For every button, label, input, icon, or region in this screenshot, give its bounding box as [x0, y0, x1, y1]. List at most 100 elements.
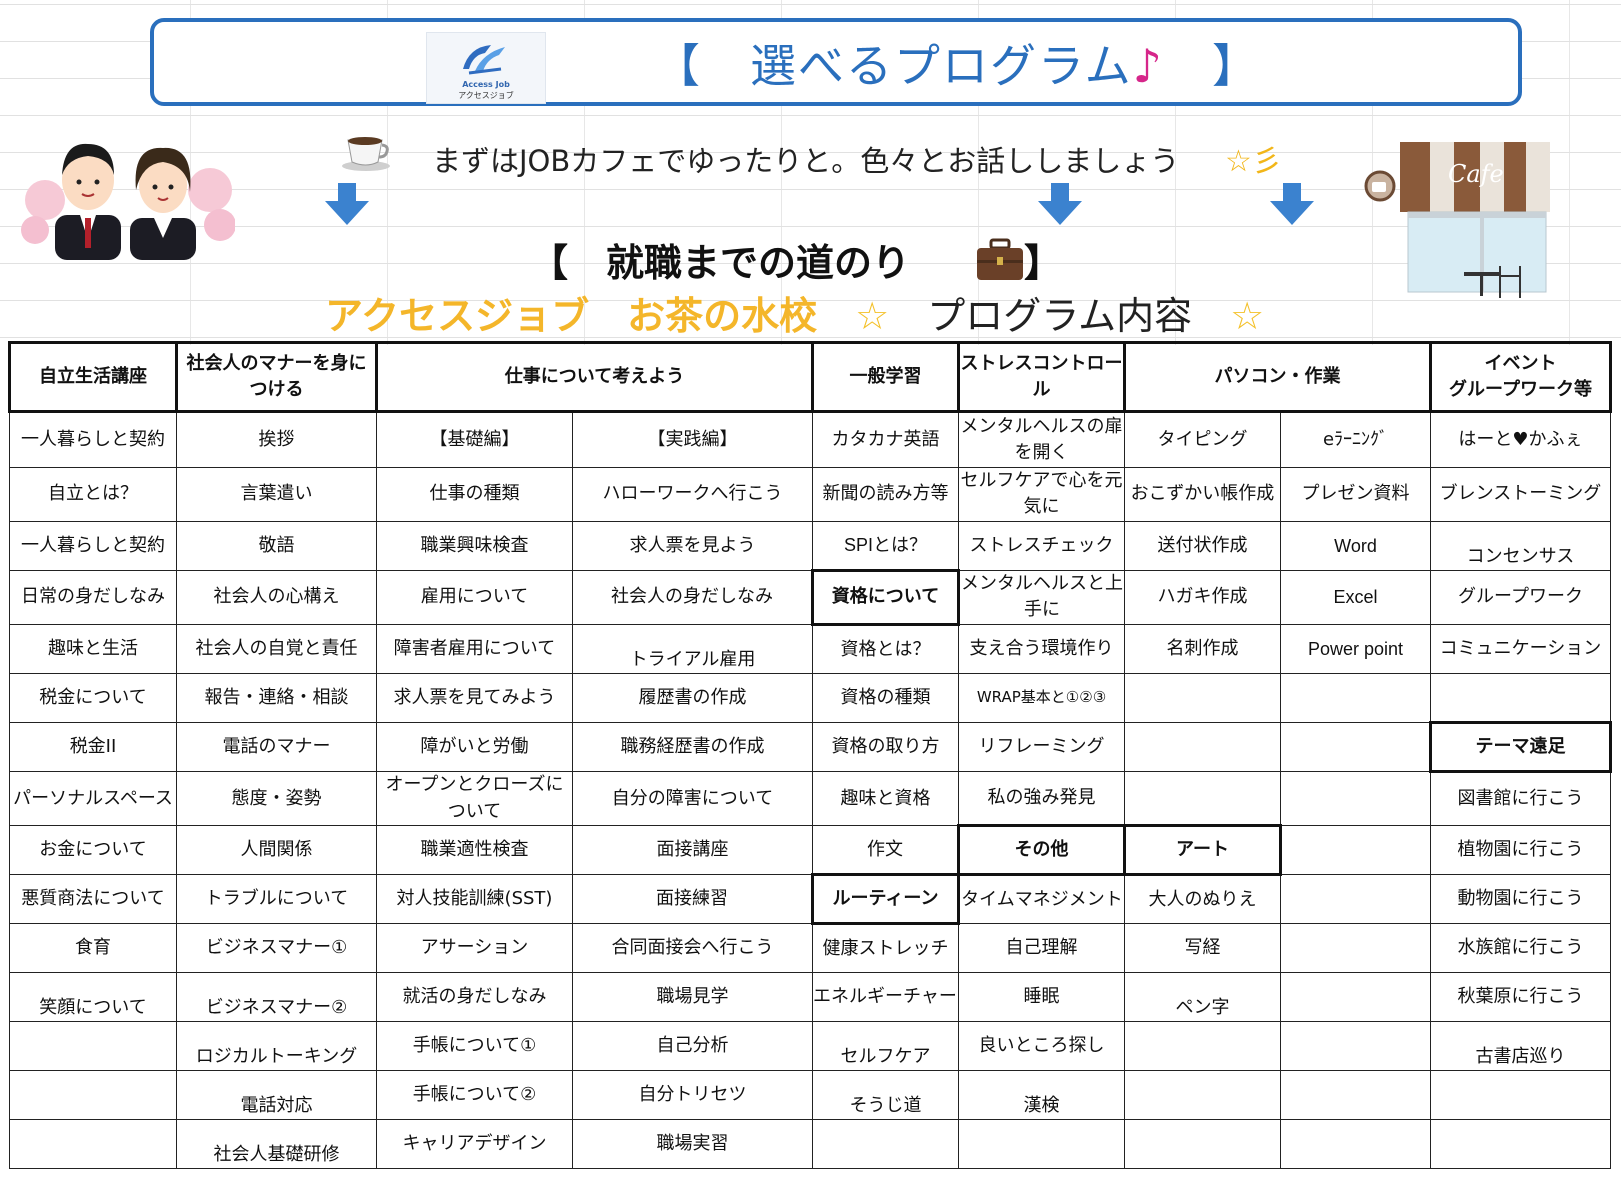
- table-cell: メンタルヘルスと上手に: [958, 569, 1125, 626]
- down-arrow-icon: [325, 183, 369, 225]
- table-cell: コンセンサス: [1430, 520, 1611, 571]
- table-row: 税金II 電話のマナー 障がいと労働 職務経歴書の作成 資格の取り方 リフレーミ…: [9, 720, 1612, 773]
- table-cell: 面接練習: [572, 874, 813, 925]
- table-cell: おこずかい帳作成: [1124, 466, 1281, 522]
- header-pc-work: パソコン・作業: [1123, 340, 1432, 414]
- table-cell: [1124, 1118, 1281, 1170]
- table-cell: メンタルヘルスの扉を開く: [958, 411, 1125, 468]
- table-cell: 漢検: [958, 1069, 1125, 1120]
- table-row: 自立とは？ 言葉遣い 仕事の種類 ハローワークへ行こう 新聞の読み方等 セルフケ…: [9, 466, 1611, 522]
- table-row: 税金について 報告・連絡・相談 求人票を見てみよう 履歴書の作成 資格の種類 W…: [9, 673, 1611, 723]
- table-cell: 図書館に行こう: [1430, 770, 1611, 827]
- table-row: 日常の身だしなみ 社会人の心構え 雇用について 社会人の身だしなみ 資格について…: [9, 568, 1611, 627]
- table-cell: 態度・姿勢: [176, 770, 377, 827]
- school-name: アクセスジョブ お茶の水校: [325, 294, 818, 338]
- table-cell: 対人技能訓練(SST): [376, 874, 573, 925]
- table-cell: 合同面接会へ行こう: [572, 923, 813, 974]
- header-independent-living: 自立生活講座: [8, 340, 178, 414]
- table-cell: アサーション: [376, 923, 573, 974]
- table-cell: 手帳について②: [376, 1069, 573, 1120]
- table-cell: [1430, 1118, 1611, 1170]
- subheader-routine: ルーティーン: [811, 873, 960, 926]
- table-cell: 動物園に行こう: [1430, 874, 1611, 925]
- table-cell: タイムマネジメント: [958, 874, 1125, 925]
- briefcase-icon: [977, 238, 1023, 280]
- table-cell: 【実践編】: [572, 411, 813, 468]
- star-icon: ☆: [855, 294, 890, 338]
- table-row: 笑顔について ビジネスマナー② 就活の身だしなみ 職場見学 エネルギーチャージ …: [9, 972, 1611, 1022]
- header-think-about-work: 仕事について考えよう: [375, 340, 814, 414]
- table-cell: WRAP基本と①②③: [958, 673, 1125, 723]
- table-cell: 資格の取り方: [812, 721, 959, 772]
- table-cell: [1280, 673, 1431, 723]
- table-cell: 手帳について①: [376, 1021, 573, 1071]
- table-cell: 水族館に行こう: [1430, 923, 1611, 974]
- table-cell: タイピング: [1124, 411, 1281, 468]
- table-row: 悪質商法について トラブルについて 対人技能訓練(SST) 面接練習 ルーティー…: [9, 873, 1611, 926]
- subheader-other: その他: [957, 824, 1126, 877]
- table-cell: トラブルについて: [176, 874, 377, 925]
- table-cell: [1280, 1069, 1431, 1120]
- table-cell: 税金II: [9, 721, 177, 772]
- cafe-sign-text: Cafe: [1448, 160, 1504, 188]
- table-cell: 人間関係: [176, 825, 377, 876]
- table-cell: 税金について: [9, 673, 177, 723]
- table-cell: ハガキ作成: [1124, 569, 1281, 626]
- table-cell: ロジカルトーキング: [176, 1021, 377, 1071]
- header-general-study: 一般学習: [811, 340, 960, 414]
- table-cell: 求人票を見よう: [572, 520, 813, 571]
- table-row: パーソナルスペース 態度・姿勢 オープンとクローズについて 自分の障害について …: [9, 770, 1611, 827]
- table-header-row: 自立生活講座 社会人のマナーを身につける 仕事について考えよう 一般学習 ストレ…: [8, 340, 1612, 414]
- table-cell: 送付状作成: [1124, 520, 1281, 571]
- table-cell: [1280, 1118, 1431, 1170]
- table-cell: 社会人基礎研修: [176, 1118, 377, 1170]
- table-cell: [1124, 770, 1281, 827]
- table-cell: [1280, 874, 1431, 925]
- table-row: 食育 ビジネスマナー① アサーション 合同面接会へ行こう 健康ストレッチ 自己理…: [9, 923, 1611, 974]
- table-row: お金について 人間関係 職業適性検査 面接講座 作文 その他 アート 植物園に行…: [9, 824, 1611, 877]
- coffee-cup-icon: [342, 137, 390, 171]
- table-cell: 言葉遣い: [176, 466, 377, 522]
- banner-title: 【 選べるプログラム♪ 】: [654, 30, 1260, 96]
- table-cell: [1124, 1021, 1281, 1071]
- table-cell: 悪質商法について: [9, 874, 177, 925]
- table-row: 一人暮らしと契約 敬語 職業興味検査 求人票を見よう SPIとは？ ストレスチェ…: [9, 520, 1611, 571]
- table-cell: Word: [1280, 520, 1431, 571]
- star-icon: ☆: [1230, 294, 1265, 338]
- table-cell: 趣味と資格: [812, 770, 959, 827]
- cafe-storefront-illustration: Cafe: [1364, 142, 1550, 298]
- table-cell: ハローワークへ行こう: [572, 466, 813, 522]
- table-cell: ブレンストーミング: [1430, 466, 1611, 522]
- table-row: 趣味と生活 社会人の自覚と責任 障害者雇用について トライアル雇用 資格とは？ …: [9, 624, 1611, 675]
- cafe-signboard-icon: [1364, 170, 1396, 202]
- table-cell: [1430, 1069, 1611, 1120]
- table-cell: 自己理解: [958, 923, 1125, 974]
- table-cell: eﾗｰﾆﾝｸﾞ: [1280, 411, 1431, 468]
- table-cell: 良いところ探し: [958, 1021, 1125, 1071]
- table-cell: 障害者雇用について: [376, 624, 573, 675]
- table-cell: 自分トリセツ: [572, 1069, 813, 1120]
- table-cell: 資格とは？: [812, 624, 959, 675]
- banner-title-close: 】: [1163, 39, 1260, 93]
- table-cell: 自分の障害について: [572, 770, 813, 827]
- table-cell: SPIとは？: [812, 520, 959, 571]
- table-row: 電話対応 手帳について② 自分トリセツ そうじ道 漢検: [9, 1069, 1611, 1120]
- table-cell: 履歴書の作成: [572, 673, 813, 723]
- table-cell: ビジネスマナー②: [176, 972, 377, 1022]
- table-cell: 一人暮らしと契約: [9, 411, 177, 468]
- table-row: 社会人基礎研修 キャリアデザイン 職場実習: [9, 1118, 1611, 1170]
- table-cell: [812, 1118, 959, 1170]
- table-cell: 挨拶: [176, 411, 377, 468]
- table-cell: [1124, 673, 1281, 723]
- table-cell: 就活の身だしなみ: [376, 972, 573, 1022]
- table-cell: [9, 1118, 177, 1170]
- table-cell: 食育: [9, 923, 177, 974]
- table-cell: 健康ストレッチ: [812, 923, 959, 974]
- table-cell: 趣味と生活: [9, 624, 177, 675]
- table-cell: [9, 1021, 177, 1071]
- subheader-theme-excursion: テーマ遠足: [1429, 720, 1612, 773]
- table-cell: 社会人の自覚と責任: [176, 624, 377, 675]
- header-events: イベント グループワーク等: [1429, 340, 1612, 414]
- subtitle: アクセスジョブ お茶の水校 ☆ プログラム内容 ☆: [325, 285, 1264, 340]
- table-cell: [1280, 721, 1431, 772]
